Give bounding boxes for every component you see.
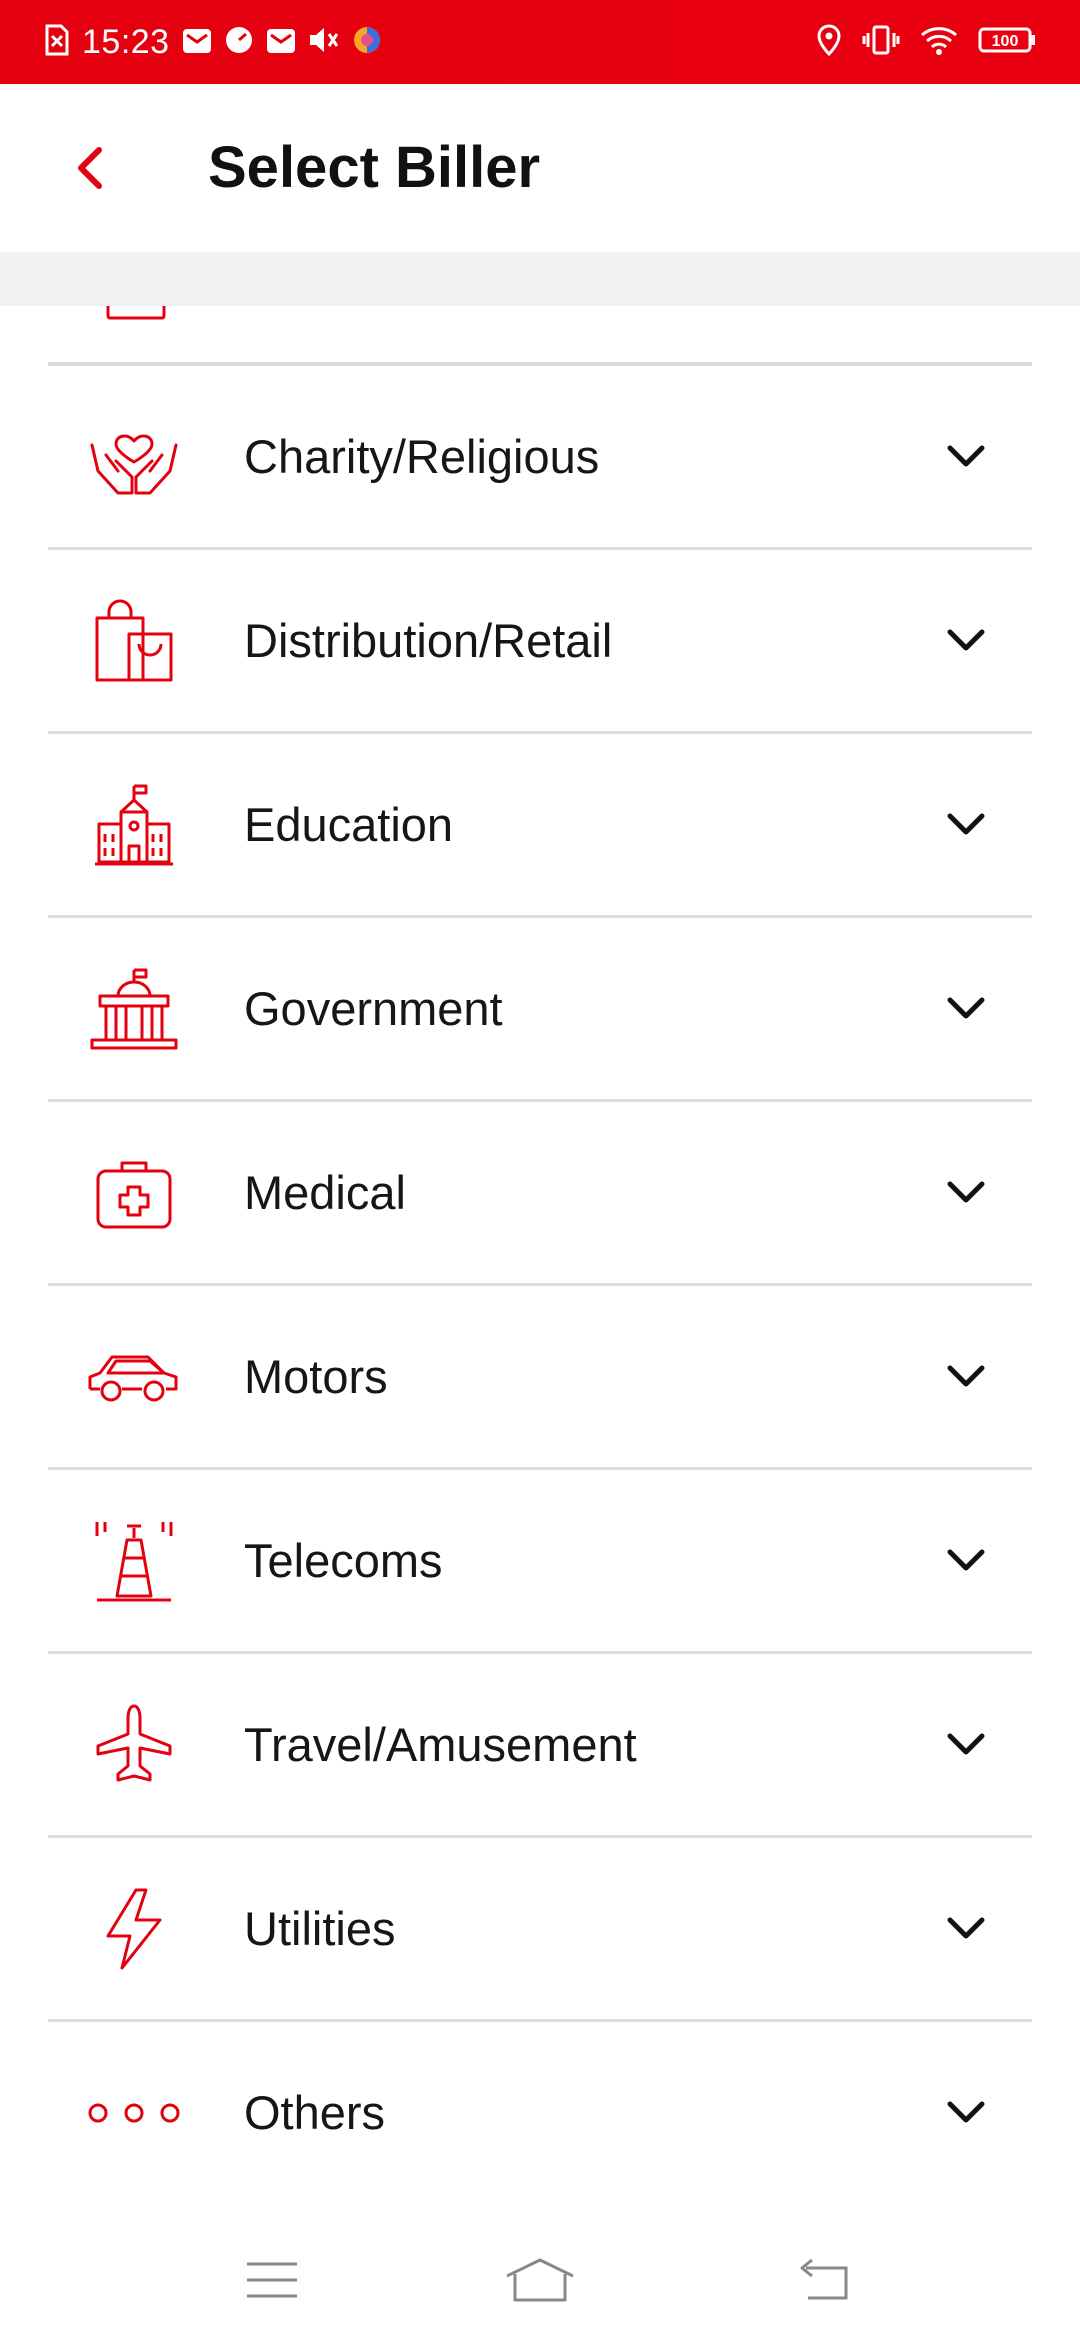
shopping-bag-icon <box>84 591 184 691</box>
chevron-down-icon[interactable] <box>944 435 988 479</box>
menu-nav-button[interactable] <box>232 2250 312 2310</box>
list-item-label: Others <box>244 2086 386 2139</box>
chevron-down-icon[interactable] <box>944 1723 988 1767</box>
list-item-education[interactable]: Education <box>48 734 1032 918</box>
vibrate-icon <box>862 25 900 60</box>
speed-icon <box>224 25 254 60</box>
chevron-down-icon[interactable] <box>944 1539 988 1583</box>
car-icon <box>84 1327 184 1427</box>
more-dots-icon <box>84 2063 184 2163</box>
charity-icon <box>84 407 184 507</box>
back-nav-button[interactable] <box>782 2250 862 2310</box>
battery-level: 100 <box>992 33 1019 50</box>
wifi-icon <box>920 25 958 60</box>
battery-icon: 100 <box>978 25 1036 60</box>
telecom-tower-icon <box>84 1511 184 1611</box>
list-item-motors[interactable]: Motors <box>48 1286 1032 1470</box>
list-item-telecoms[interactable]: Telecoms <box>48 1470 1032 1654</box>
back-arrow-icon <box>800 2258 848 2300</box>
mute-icon <box>308 25 340 60</box>
status-time: 15:23 <box>82 22 170 61</box>
list-item-label: Education <box>244 798 454 851</box>
chevron-down-icon[interactable] <box>944 987 988 1031</box>
government-building-icon <box>84 959 184 1059</box>
status-bar: 15:23 100 <box>0 0 1080 84</box>
system-nav-bar <box>0 2220 1080 2340</box>
list-item-label: Government <box>244 982 503 1035</box>
partial-category-icon <box>106 306 166 320</box>
app-header: Select Biller <box>0 84 1080 252</box>
biller-category-list: Charity/Religious Distribution/Retail Ed… <box>48 366 1032 2203</box>
list-item-label: Medical <box>244 1166 406 1219</box>
chevron-down-icon[interactable] <box>944 1907 988 1951</box>
page-title: Select Biller <box>208 135 541 200</box>
list-item-distribution[interactable]: Distribution/Retail <box>48 550 1032 734</box>
back-button[interactable] <box>60 138 120 198</box>
list-item-label: Motors <box>244 1350 388 1403</box>
lightning-icon <box>84 1879 184 1979</box>
list-item-charity[interactable]: Charity/Religious <box>48 366 1032 550</box>
list-item-travel[interactable]: Travel/Amusement <box>48 1654 1032 1838</box>
location-icon <box>816 23 842 61</box>
list-item-utilities[interactable]: Utilities <box>48 1838 1032 2022</box>
mail-icon-2 <box>266 25 296 60</box>
browser-icon <box>352 25 382 60</box>
menu-icon <box>247 2262 297 2298</box>
list-item-label: Distribution/Retail <box>244 614 613 667</box>
list-item-others[interactable]: Others <box>48 2022 1032 2203</box>
home-nav-button[interactable] <box>500 2250 580 2310</box>
mail-icon <box>182 25 212 60</box>
list-item-label: Utilities <box>244 1902 396 1955</box>
chevron-left-icon <box>78 147 102 189</box>
partial-list-item[interactable] <box>0 306 1080 366</box>
list-item-government[interactable]: Government <box>48 918 1032 1102</box>
status-right: 100 <box>816 18 1036 66</box>
status-left: 15:23 <box>44 18 382 66</box>
chevron-down-icon[interactable] <box>944 1171 988 1215</box>
school-icon <box>84 775 184 875</box>
list-item-label: Charity/Religious <box>244 430 600 483</box>
chevron-down-icon[interactable] <box>944 1355 988 1399</box>
chevron-down-icon[interactable] <box>944 2091 988 2135</box>
list-item-medical[interactable]: Medical <box>48 1102 1032 1286</box>
medical-kit-icon <box>84 1143 184 1243</box>
chevron-down-icon[interactable] <box>944 619 988 663</box>
home-icon <box>506 2258 574 2302</box>
airplane-icon <box>84 1695 184 1795</box>
header-shadow <box>0 252 1080 306</box>
sim-error-icon <box>44 24 70 61</box>
chevron-down-icon[interactable] <box>944 803 988 847</box>
list-item-label: Travel/Amusement <box>244 1718 637 1771</box>
list-item-label: Telecoms <box>244 1534 443 1587</box>
